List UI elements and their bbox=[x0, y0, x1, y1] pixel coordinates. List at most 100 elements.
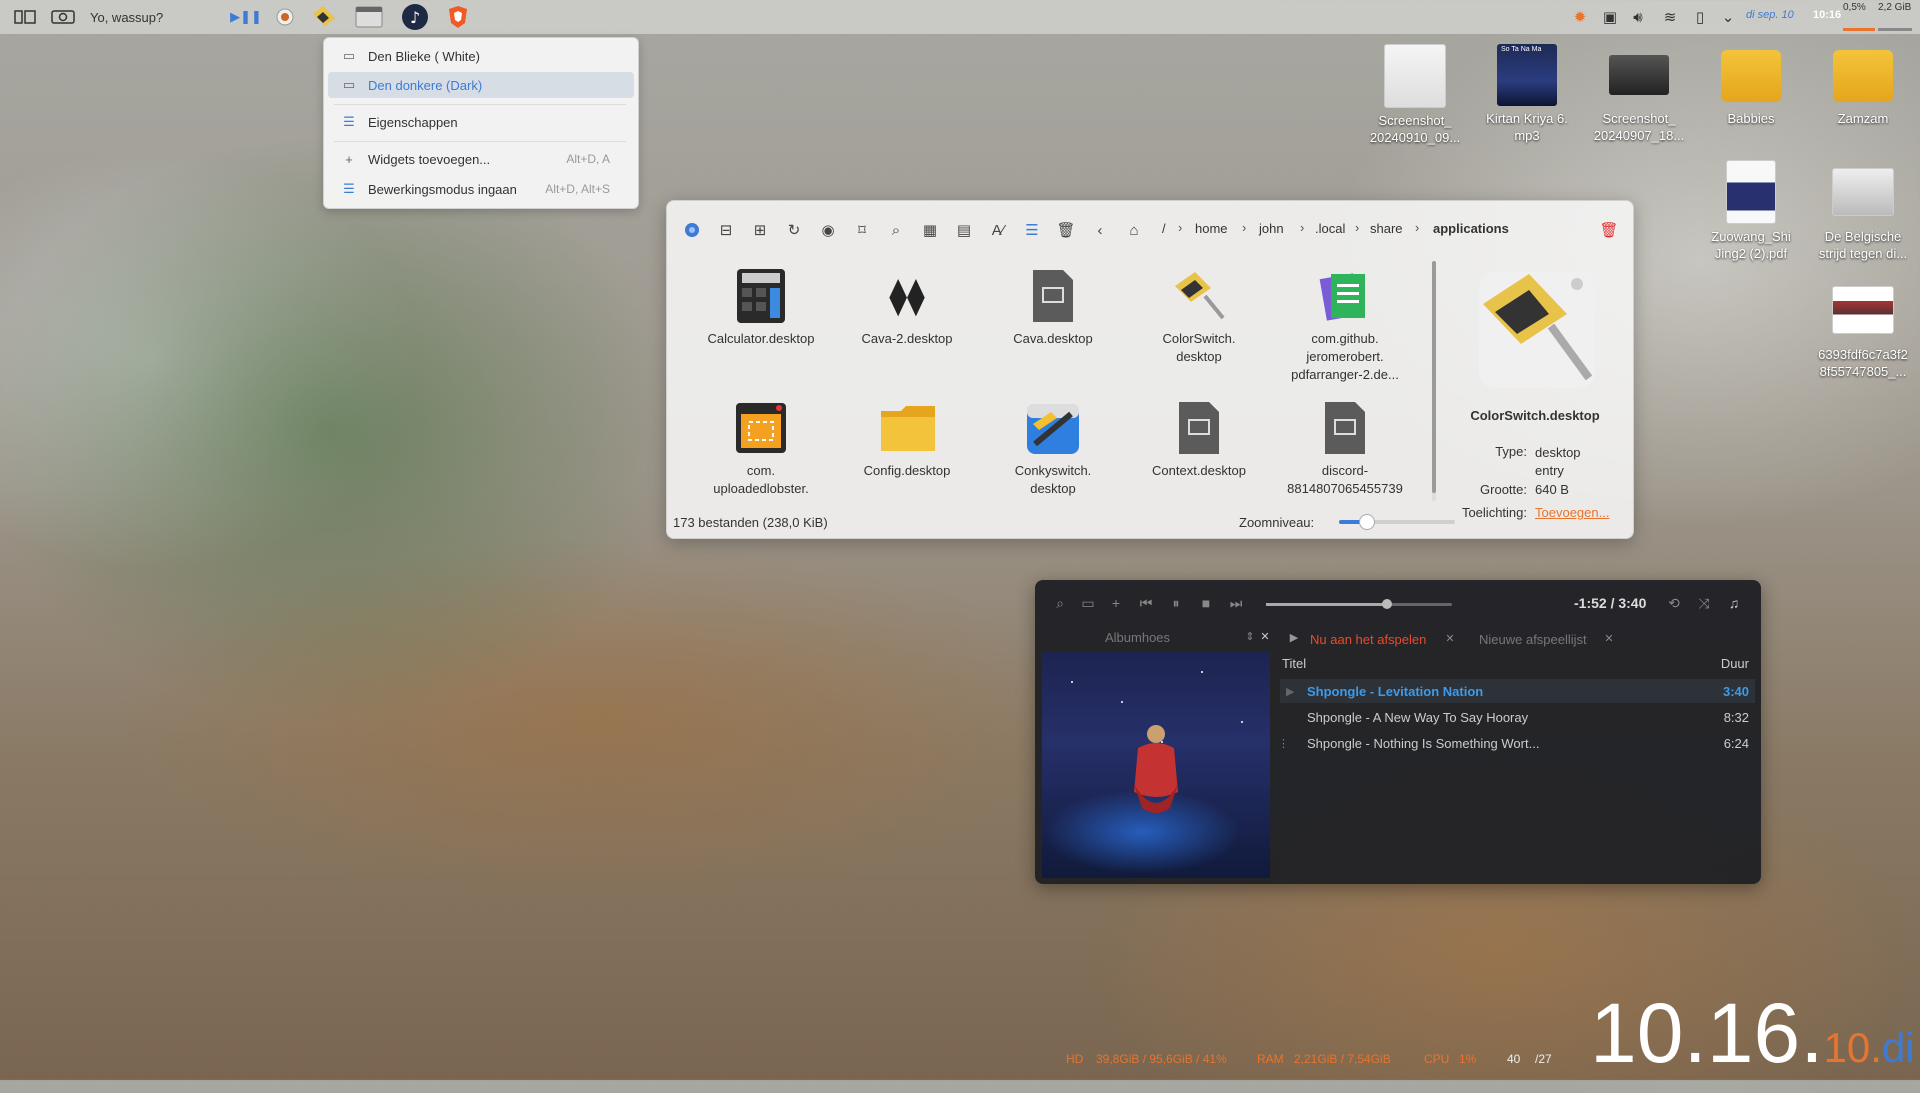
desktop-icon-belgische-strijd[interactable]: De Belgische strijd tegen di... bbox=[1815, 160, 1911, 262]
settings-sun-icon[interactable]: ✹ bbox=[1570, 8, 1590, 26]
network-icon[interactable]: ≋ bbox=[1660, 8, 1680, 26]
bookmark-icon[interactable]: ⌑ bbox=[852, 220, 872, 240]
record-icon[interactable] bbox=[274, 6, 296, 28]
places-icon[interactable] bbox=[682, 220, 702, 240]
volume-icon[interactable]: 🔊︎ bbox=[1628, 8, 1648, 26]
playback-time: -1:52 / 3:40 bbox=[1574, 595, 1647, 611]
tab-now-playing[interactable]: Nu aan het afspelen bbox=[1310, 632, 1426, 647]
next-track-icon[interactable]: ⏭︎ bbox=[1225, 594, 1247, 612]
close-tab-icon[interactable]: ✕ bbox=[1444, 632, 1456, 645]
desktop-folder-babbies[interactable]: Babbies bbox=[1703, 44, 1799, 127]
search-icon[interactable]: ⌕ bbox=[886, 220, 906, 240]
info-size-value: 640 B bbox=[1535, 482, 1569, 497]
desktop-icon-kirtan-kriya[interactable]: So Ta Na Ma Kirtan Kriya 6. mp3 bbox=[1479, 44, 1575, 144]
file-grid-scrollbar[interactable] bbox=[1432, 261, 1436, 501]
open-file-icon[interactable]: ▭ bbox=[1079, 594, 1097, 612]
battery-icon[interactable]: ▯ bbox=[1690, 8, 1710, 26]
chevron-right-icon: › bbox=[1355, 220, 1360, 235]
home-icon[interactable]: ⌂ bbox=[1124, 220, 1144, 240]
desktop-icon-screenshot-2[interactable]: Screenshot_ 20240907_18... bbox=[1591, 44, 1687, 144]
colorswitch-app-icon[interactable] bbox=[310, 4, 338, 30]
hd-label: HD bbox=[1066, 1052, 1084, 1066]
compact-view-icon[interactable]: ▤ bbox=[954, 220, 974, 240]
screenshot-icon[interactable] bbox=[50, 8, 76, 26]
desktop-icon-6393fdf6[interactable]: 6393fdf6c7a3f2 8f55747805_... bbox=[1815, 278, 1911, 380]
previous-track-icon[interactable]: ⏮︎ bbox=[1135, 594, 1157, 612]
breadcrumb-home[interactable]: home bbox=[1195, 221, 1228, 236]
menu-item-light-theme[interactable]: ▭ Den Blieke ( White) bbox=[328, 43, 634, 69]
file-item[interactable]: Cava.desktop bbox=[988, 266, 1118, 348]
desktop-folder-zamzam[interactable]: Zamzam bbox=[1815, 44, 1911, 127]
drag-handle-icon[interactable]: ⋮ bbox=[1278, 737, 1289, 750]
pause-icon[interactable]: ⏸︎ bbox=[1165, 594, 1187, 612]
close-tab-icon[interactable]: ✕ bbox=[1603, 632, 1615, 645]
display-icon[interactable]: ▣ bbox=[1600, 8, 1620, 26]
file-manager-app-icon[interactable] bbox=[354, 4, 384, 30]
seek-slider[interactable] bbox=[1266, 599, 1452, 609]
brave-browser-icon[interactable] bbox=[446, 4, 470, 30]
breadcrumb-share[interactable]: share bbox=[1370, 221, 1403, 236]
file-item[interactable]: ColorSwitch. desktop bbox=[1134, 266, 1264, 366]
tab-new-playlist[interactable]: Nieuwe afspeellijst bbox=[1479, 632, 1587, 647]
add-icon[interactable]: + bbox=[1107, 594, 1125, 612]
rename-icon[interactable]: A⁄ bbox=[988, 220, 1008, 240]
album-thumbnail: So Ta Na Ma bbox=[1497, 44, 1557, 106]
ram-value: 2,21GiB / 7,54GiB bbox=[1294, 1052, 1391, 1066]
breadcrumb-john[interactable]: john bbox=[1259, 221, 1284, 236]
file-item[interactable]: discord- 8814807065455739 ...desktop bbox=[1280, 398, 1410, 498]
breadcrumb-local[interactable]: .local bbox=[1315, 221, 1345, 236]
menu-item-properties[interactable]: ☰ Eigenschappen bbox=[328, 109, 634, 135]
shuffle-icon[interactable]: ⤨ bbox=[1695, 594, 1713, 612]
file-item[interactable]: Conkyswitch. desktop bbox=[988, 398, 1118, 498]
playlist-track[interactable]: Shpongle - A New Way To Say Hooray 8:32 bbox=[1280, 705, 1755, 729]
menu-item-add-widgets[interactable]: + Widgets toevoegen... Alt+D, A bbox=[328, 146, 634, 172]
zoom-label: Zoomniveau: bbox=[1239, 515, 1315, 530]
play-pause-icon[interactable]: ▶❚❚ bbox=[230, 8, 262, 26]
reload-icon[interactable]: ↻ bbox=[784, 220, 804, 240]
desktop-icon-screenshot-1[interactable]: Screenshot_ 20240910_09... bbox=[1367, 44, 1463, 146]
zoom-slider[interactable] bbox=[1339, 514, 1455, 530]
scrollbar-thumb[interactable] bbox=[1432, 261, 1436, 493]
back-icon[interactable]: ‹ bbox=[1090, 220, 1110, 240]
music-player-app-icon[interactable]: ♪ bbox=[400, 3, 430, 31]
music-note-icon[interactable]: ♫ bbox=[1725, 594, 1743, 612]
detach-icon[interactable]: ⇕ bbox=[1243, 629, 1257, 643]
details-view-icon[interactable]: ☰ bbox=[1022, 220, 1042, 240]
info-type-value: desktop entry bbox=[1535, 445, 1581, 478]
panel-time[interactable]: 10:16 bbox=[1813, 9, 1841, 21]
file-item[interactable]: Config.desktop bbox=[842, 398, 972, 480]
close-icon[interactable]: ✕ bbox=[1258, 629, 1272, 643]
file-item[interactable]: com.github. jeromerobert. pdfarranger-2.… bbox=[1280, 266, 1410, 384]
file-item[interactable]: ⧫⧫ Cava-2.desktop bbox=[842, 266, 972, 348]
desktop-icon-zuowang-pdf[interactable]: Zuowang_Shi Jing2 (2).pdf bbox=[1703, 160, 1799, 262]
trash-icon[interactable]: 🗑︎ bbox=[1056, 220, 1076, 240]
expand-tray-icon[interactable]: ⌄ bbox=[1718, 8, 1738, 26]
menu-item-dark-theme[interactable]: ▭ Den donkere (Dark) bbox=[328, 72, 634, 98]
chevron-right-icon: › bbox=[1300, 220, 1305, 235]
close-panel-icon[interactable]: 🗑︎ bbox=[1599, 220, 1619, 240]
seek-slider-fill bbox=[1266, 603, 1387, 606]
file-item[interactable]: Calculator.desktop bbox=[696, 266, 826, 348]
breadcrumb-root[interactable]: / bbox=[1162, 221, 1166, 236]
panel-date[interactable]: di sep. 10 bbox=[1746, 9, 1794, 21]
breadcrumb-applications[interactable]: applications bbox=[1433, 221, 1509, 236]
column-duration[interactable]: Duur bbox=[1721, 656, 1749, 671]
show-hidden-icon[interactable]: ◉ bbox=[818, 220, 838, 240]
album-art-tab[interactable]: Albumhoes bbox=[1105, 630, 1170, 645]
window-switcher-icon[interactable] bbox=[12, 8, 38, 26]
file-item[interactable]: com. uploadedlobster. ...desktop bbox=[696, 398, 826, 498]
playlist-track[interactable]: ⋮ Shpongle - Nothing Is Something Wort..… bbox=[1278, 731, 1755, 755]
column-title[interactable]: Titel bbox=[1282, 656, 1306, 671]
menu-item-edit-mode[interactable]: ☰ Bewerkingsmodus ingaan Alt+D, Alt+S bbox=[328, 176, 634, 202]
search-icon[interactable]: ⌕ bbox=[1051, 594, 1069, 612]
stop-icon[interactable]: ■ bbox=[1195, 594, 1217, 612]
icon-view-icon[interactable]: ▦ bbox=[920, 220, 940, 240]
playlist-track[interactable]: ▶ Shpongle - Levitation Nation 3:40 bbox=[1280, 679, 1755, 703]
split-view-icon[interactable]: ⊟ bbox=[716, 220, 736, 240]
info-comment-add-link[interactable]: Toevoegen... bbox=[1535, 505, 1609, 520]
new-tab-icon[interactable]: ⊞ bbox=[750, 220, 770, 240]
seek-slider-handle[interactable] bbox=[1381, 599, 1392, 609]
zoom-slider-handle[interactable] bbox=[1358, 514, 1375, 530]
file-item[interactable]: Context.desktop bbox=[1134, 398, 1264, 480]
repeat-icon[interactable]: ⟲ bbox=[1665, 594, 1683, 612]
